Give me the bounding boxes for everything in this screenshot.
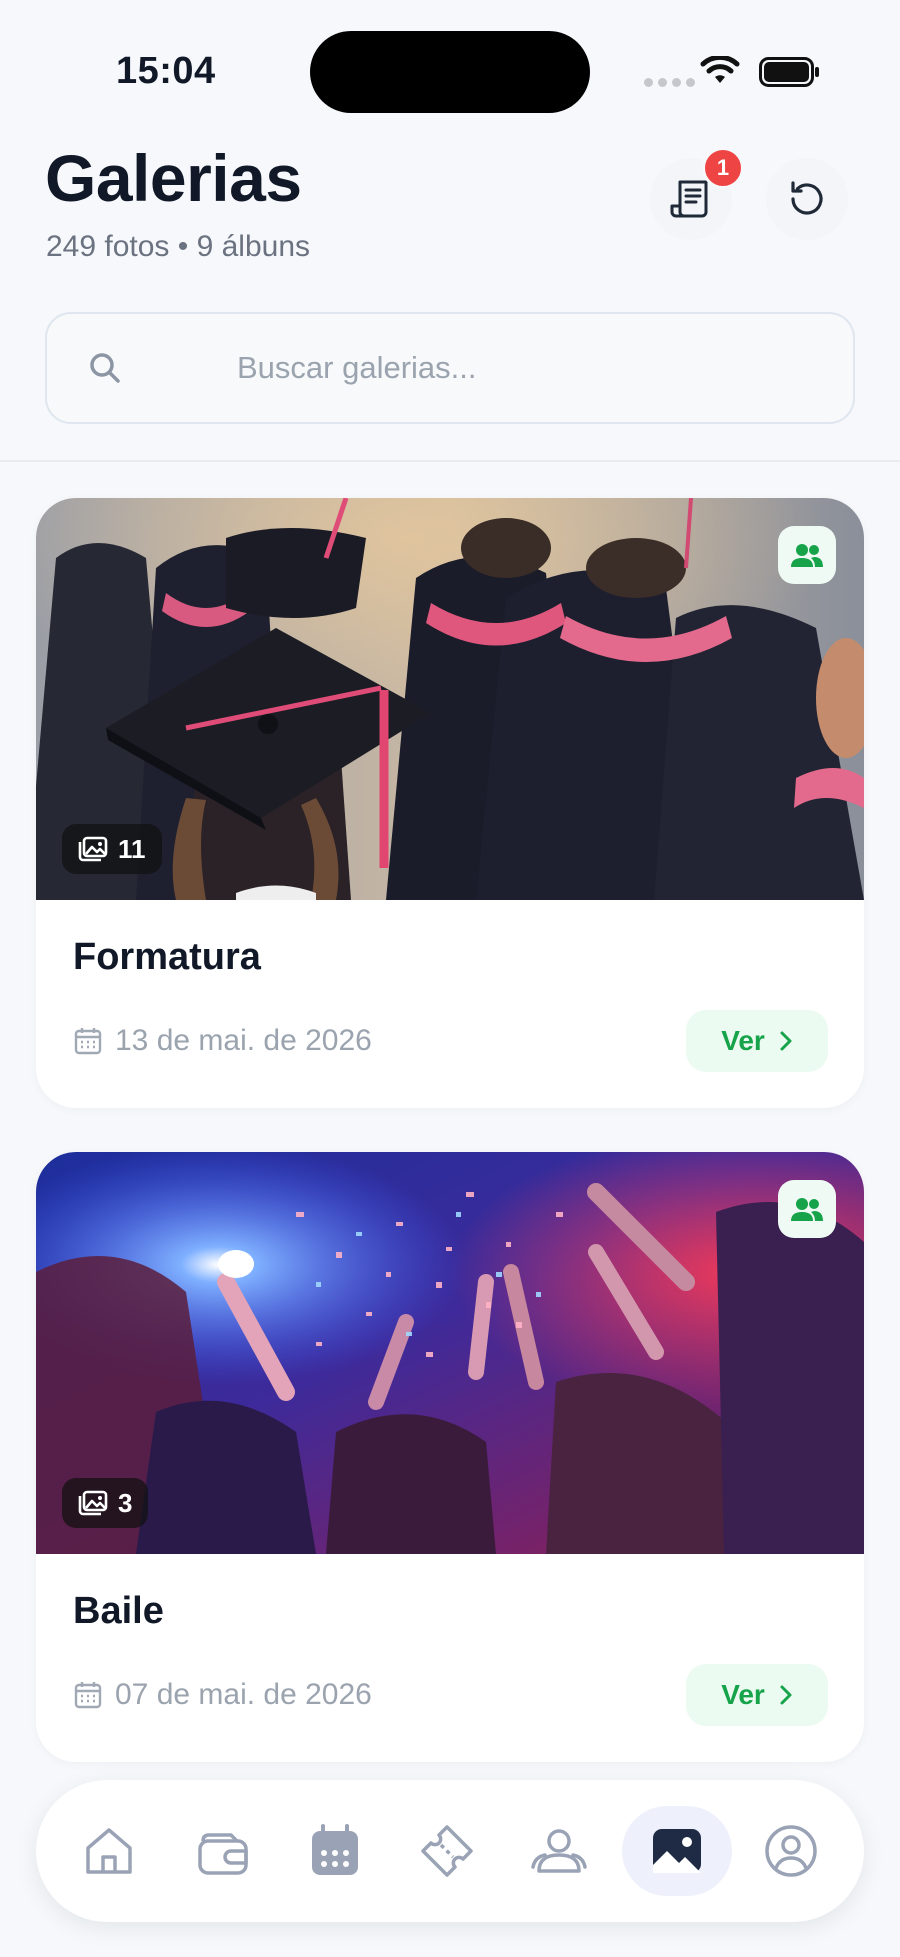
gallery-summary: 249 fotos • 9 álbuns <box>46 230 311 263</box>
wallet-icon <box>198 1833 248 1875</box>
receipt-icon <box>670 180 708 218</box>
view-gallery-label: Ver <box>721 1679 765 1710</box>
gallery-date: 13 de mai. de 2026 <box>73 1024 372 1058</box>
gallery-card[interactable]: 11 Formatura 13 de mai. de 2026 Ver <box>36 498 864 1108</box>
calendar-icon <box>74 1028 102 1055</box>
gallery-title: Formatura <box>73 936 261 978</box>
gallery-date-text: 13 de mai. de 2026 <box>115 1024 372 1057</box>
page-title: Galerias <box>45 141 302 215</box>
gallery-cover-image: 11 <box>36 498 864 900</box>
search-input[interactable] <box>197 314 817 422</box>
tab-profile[interactable] <box>746 1806 836 1896</box>
images-icon <box>78 1490 108 1516</box>
tab-members[interactable] <box>514 1806 604 1896</box>
chevron-right-icon <box>780 1031 792 1051</box>
shared-album-indicator <box>778 526 836 584</box>
search-bar[interactable] <box>45 312 855 424</box>
header-divider <box>0 460 900 462</box>
search-icon <box>90 353 120 383</box>
users-icon <box>531 1829 587 1873</box>
notification-badge: 1 <box>702 147 744 189</box>
gallery-cover-image: 3 <box>36 1152 864 1554</box>
images-icon <box>78 836 108 862</box>
view-gallery-button[interactable]: Ver <box>686 1664 828 1726</box>
photo-count: 3 <box>118 1487 133 1518</box>
tab-home[interactable] <box>64 1806 154 1896</box>
profile-icon <box>765 1825 817 1877</box>
status-bar: 15:04 <box>0 0 900 140</box>
photo-count-chip: 3 <box>62 1478 149 1528</box>
photo-count-chip: 11 <box>62 824 162 874</box>
photo-count: 11 <box>118 833 146 864</box>
gallery-date-text: 07 de mai. de 2026 <box>115 1678 372 1711</box>
home-icon <box>86 1828 132 1874</box>
wifi-icon <box>700 56 740 83</box>
cellular-signal-icon <box>644 78 695 87</box>
battery-icon <box>759 57 819 87</box>
view-gallery-label: Ver <box>721 1025 765 1056</box>
gallery-title: Baile <box>73 1590 164 1632</box>
view-gallery-button[interactable]: Ver <box>686 1010 828 1072</box>
refresh-button[interactable] <box>766 158 848 240</box>
status-time: 15:04 <box>116 50 216 92</box>
calendar-icon <box>312 1824 358 1875</box>
calendar-icon <box>74 1682 102 1709</box>
bottom-tab-bar <box>36 1780 864 1922</box>
users-icon <box>791 544 823 567</box>
gallery-icon <box>653 1829 701 1873</box>
gallery-card[interactable]: 3 Baile 07 de mai. de 2026 Ver <box>36 1152 864 1762</box>
tab-calendar[interactable] <box>290 1806 380 1896</box>
tab-wallet[interactable] <box>178 1806 268 1896</box>
refresh-icon <box>791 181 823 215</box>
chevron-right-icon <box>780 1685 792 1705</box>
dynamic-island <box>310 31 590 113</box>
tab-galleries[interactable] <box>622 1806 732 1896</box>
gallery-date: 07 de mai. de 2026 <box>73 1678 372 1712</box>
ticket-icon <box>421 1825 473 1877</box>
users-icon <box>791 1198 823 1221</box>
shared-album-indicator <box>778 1180 836 1238</box>
tab-tickets[interactable] <box>402 1806 492 1896</box>
